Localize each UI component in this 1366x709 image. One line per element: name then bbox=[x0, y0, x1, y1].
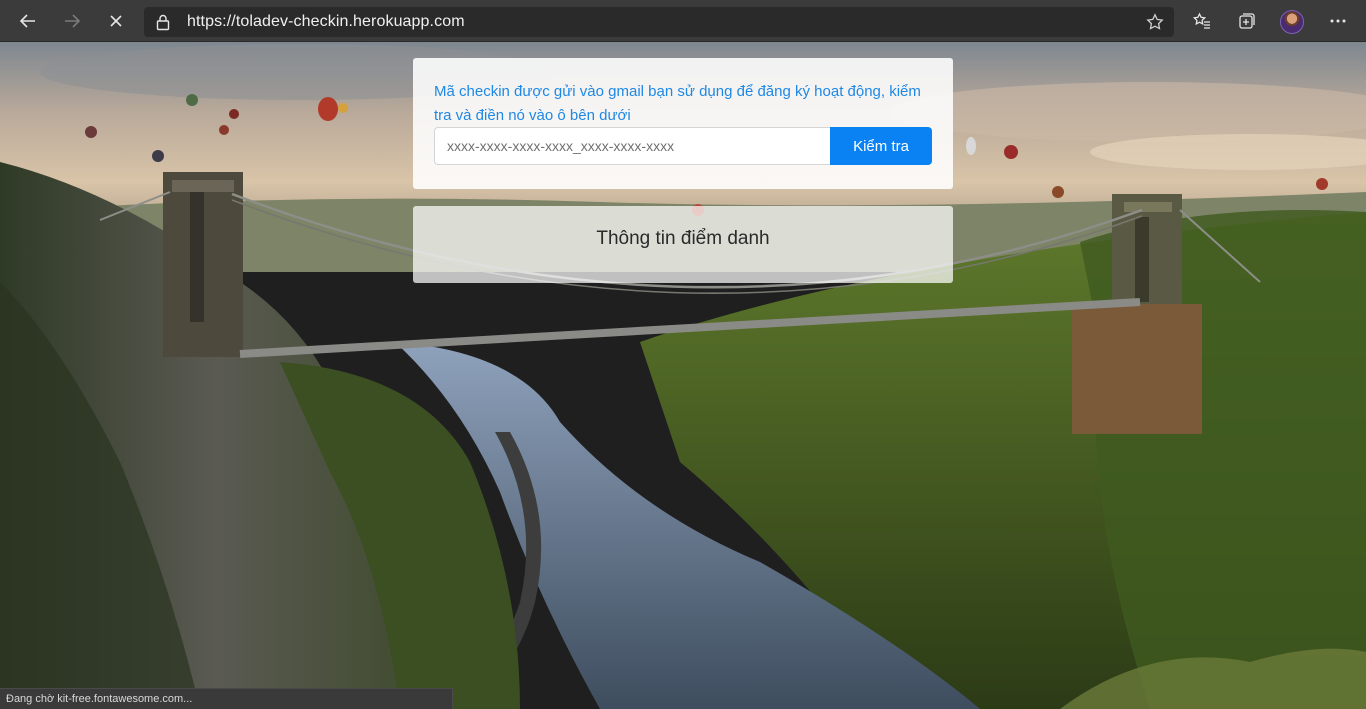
check-button[interactable]: Kiểm tra bbox=[830, 127, 932, 165]
address-bar[interactable]: https://toladev-checkin.herokuapp.com bbox=[144, 7, 1174, 37]
profile-avatar[interactable] bbox=[1280, 10, 1304, 34]
url-text[interactable]: https://toladev-checkin.herokuapp.com bbox=[187, 13, 465, 31]
attendance-info-card: Thông tin điểm danh bbox=[413, 206, 953, 283]
collections-icon[interactable] bbox=[1230, 6, 1262, 36]
star-icon[interactable] bbox=[1146, 13, 1164, 36]
checkin-instructions: Mã checkin được gửi vào gmail bạn sử dụn… bbox=[434, 83, 921, 124]
page-viewport: Mã checkin được gửi vào gmail bạn sử dụn… bbox=[0, 42, 1366, 709]
lock-icon[interactable] bbox=[156, 13, 170, 36]
checkin-code-input[interactable] bbox=[434, 127, 831, 165]
stop-icon[interactable] bbox=[100, 6, 132, 36]
checkin-form-card: Mã checkin được gửi vào gmail bạn sử dụn… bbox=[413, 58, 953, 189]
back-icon[interactable] bbox=[12, 6, 44, 36]
browser-toolbar: https://toladev-checkin.herokuapp.com bbox=[0, 0, 1366, 42]
favorites-icon[interactable] bbox=[1186, 6, 1218, 36]
attendance-info-heading: Thông tin điểm danh bbox=[596, 228, 770, 249]
forward-icon[interactable] bbox=[56, 6, 88, 36]
browser-status-bar: Đang chờ kit-free.fontawesome.com... bbox=[0, 688, 453, 709]
more-icon[interactable] bbox=[1322, 6, 1354, 36]
